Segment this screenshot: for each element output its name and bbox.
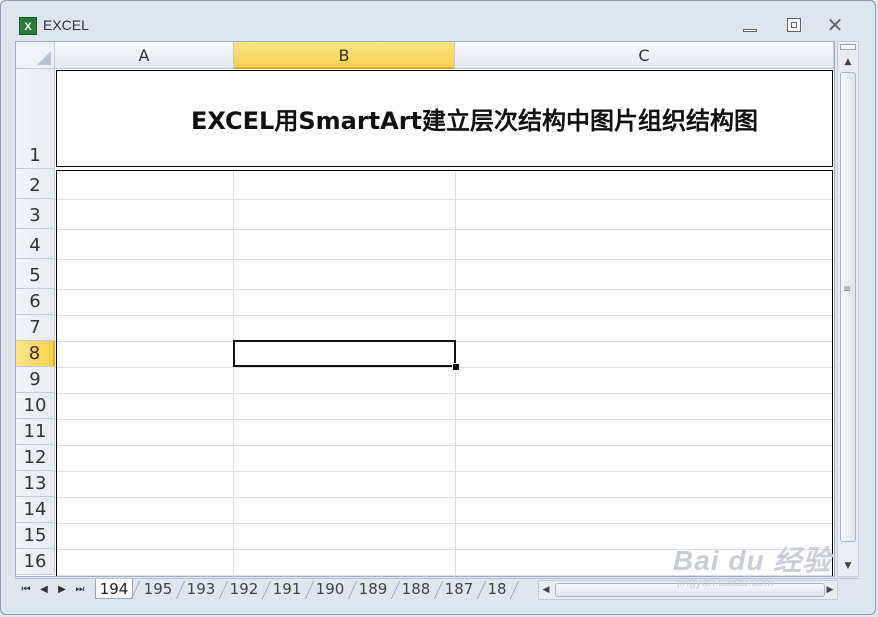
vertical-scrollbar[interactable]: ▲ ≡ ▼ <box>837 41 859 577</box>
row-header[interactable]: 3 <box>16 199 55 229</box>
scroll-grip-icon: ≡ <box>843 284 852 295</box>
close-button[interactable]: ✕ <box>824 15 846 35</box>
row-header[interactable]: 11 <box>16 419 55 445</box>
cells-area[interactable]: EXCEL用SmartArt建立层次结构中图片组织结构图 <box>55 69 834 576</box>
row-header[interactable]: 13 <box>16 471 55 497</box>
excel-window: X EXCEL ✕ A B C 1 2 3 4 5 6 7 8 9 10 11 12 13 14 15 16 … <box>0 0 876 615</box>
sheet-tab[interactable]: 191 <box>267 579 307 599</box>
restore-button[interactable] <box>783 15 805 35</box>
spreadsheet-grid: A B C 1 2 3 4 5 6 7 8 9 10 11 12 13 14 15 16 EXCEL用Smar… <box>15 41 835 577</box>
last-sheet-icon[interactable]: ⏭ <box>73 582 87 598</box>
row-header[interactable]: 8 <box>16 341 55 367</box>
split-box[interactable] <box>840 44 856 50</box>
sheet-tab[interactable]: 194 <box>95 579 133 599</box>
sheet-tab[interactable]: 193 <box>181 579 221 599</box>
next-sheet-icon[interactable]: ▶ <box>55 582 69 598</box>
column-header-c[interactable]: C <box>455 42 834 69</box>
column-header-b[interactable]: B <box>234 42 455 69</box>
row-header[interactable]: 9 <box>16 367 55 393</box>
sheet-tab[interactable]: 190 <box>310 579 350 599</box>
select-all-corner[interactable] <box>16 42 55 69</box>
sheet-tab[interactable]: 187 <box>439 579 479 599</box>
row-header[interactable]: 7 <box>16 315 55 341</box>
fill-handle[interactable] <box>452 363 460 371</box>
row-header[interactable]: 15 <box>16 523 55 549</box>
row-header[interactable]: 5 <box>16 259 55 289</box>
scroll-right-icon[interactable]: ▶ <box>823 581 837 599</box>
sheet-tab[interactable]: 195 <box>138 579 178 599</box>
first-sheet-icon[interactable]: ⏮ <box>19 582 33 598</box>
title-cell-a1-c1[interactable]: EXCEL用SmartArt建立层次结构中图片组织结构图 <box>56 70 833 167</box>
title-bar: X EXCEL ✕ <box>1 1 877 41</box>
sheet-tab-bar: ⏮ ◀ ▶ ⏭ 194 195 193 192 191 190 189 188 187 18 ◀ … <box>15 578 859 600</box>
row-header[interactable]: 4 <box>16 229 55 259</box>
row-header[interactable]: 1 <box>16 69 55 169</box>
minimize-button[interactable] <box>739 15 761 35</box>
data-range-border <box>56 170 833 576</box>
row-header[interactable]: 16 <box>16 549 55 575</box>
prev-sheet-icon[interactable]: ◀ <box>37 582 51 598</box>
title-text: EXCEL用SmartArt建立层次结构中图片组织结构图 <box>190 107 759 135</box>
scroll-left-icon[interactable]: ◀ <box>539 581 553 599</box>
sheet-tab[interactable]: 188 <box>396 579 436 599</box>
excel-app-icon: X <box>19 17 37 35</box>
row-header[interactable]: 12 <box>16 445 55 471</box>
sheet-tab[interactable]: 189 <box>353 579 393 599</box>
row-header[interactable]: 6 <box>16 289 55 315</box>
row-header[interactable]: 14 <box>16 497 55 523</box>
scroll-down-icon[interactable]: ▼ <box>838 558 858 574</box>
sheet-tab[interactable]: 192 <box>224 579 264 599</box>
window-title: EXCEL <box>43 17 89 33</box>
column-header-a[interactable]: A <box>55 42 234 69</box>
active-cell-b8[interactable] <box>233 340 456 367</box>
horizontal-scroll-thumb[interactable] <box>555 583 825 597</box>
vertical-scroll-thumb[interactable] <box>840 72 856 542</box>
horizontal-scrollbar[interactable]: ◀ ▶ <box>538 580 838 600</box>
row-header[interactable]: 2 <box>16 169 55 199</box>
sheet-tab[interactable]: 18 <box>482 579 512 599</box>
scroll-up-icon[interactable]: ▲ <box>838 54 858 70</box>
row-header[interactable]: 10 <box>16 393 55 419</box>
